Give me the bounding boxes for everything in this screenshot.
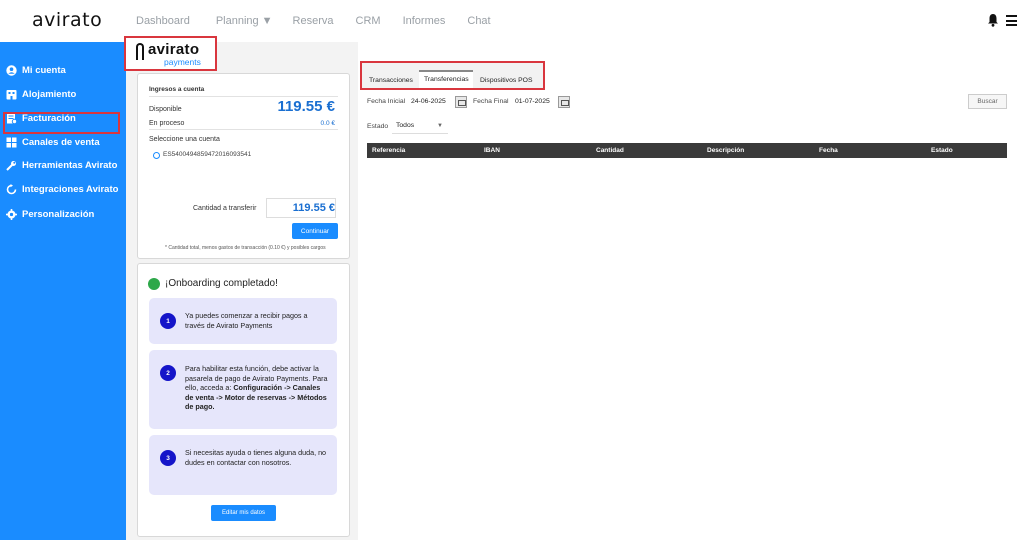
end-date-input[interactable]: 01-07-2025 — [515, 98, 550, 105]
sidebar-item-personalizacion[interactable]: Personalización — [6, 206, 94, 222]
sidebar-item-label: Integraciones Avirato — [22, 183, 119, 195]
bell-icon[interactable] — [987, 13, 999, 27]
state-select[interactable]: Todos ▼ — [392, 118, 448, 134]
col-fecha: Fecha — [819, 147, 838, 154]
wrench-icon — [6, 160, 17, 171]
payments-logo-sub: payments — [164, 57, 201, 67]
onboarding-step-1: 1 Ya puedes comenzar a recibir pagos a t… — [149, 298, 337, 344]
account-card-title: Ingresos a cuenta — [149, 86, 205, 93]
start-date-input[interactable]: 24-06-2025 — [411, 98, 446, 105]
account-iban[interactable]: ES5400494859472016093541 — [163, 151, 251, 158]
col-estado: Estado — [931, 147, 953, 154]
building-icon — [6, 89, 17, 100]
col-referencia: Referencia — [372, 147, 406, 154]
main-nav: Dashboard Planning ▼ Reserva CRM Informes… — [136, 15, 491, 27]
gear-icon — [6, 208, 17, 220]
payments-logo-brand: avirato — [148, 41, 200, 58]
step-number: 3 — [160, 450, 176, 466]
onboarding-card: ¡Onboarding completado! 1 Ya puedes come… — [137, 263, 350, 537]
search-button[interactable]: Buscar — [968, 94, 1007, 109]
main-content — [358, 42, 1024, 540]
start-date-label: Fecha Inicial — [367, 98, 406, 105]
nav-dashboard[interactable]: Dashboard — [136, 15, 190, 27]
step-text: Ya puedes comenzar a recibir pagos a tra… — [185, 311, 308, 330]
step-number: 1 — [160, 313, 176, 329]
sidebar-item-alojamiento[interactable]: Alojamiento — [6, 86, 76, 102]
state-select-value: Todos — [396, 122, 415, 129]
onboarding-step-3: 3 Si necesitas ayuda o tienes alguna dud… — [149, 435, 337, 495]
hamburger-menu-icon[interactable] — [1006, 15, 1017, 29]
col-cantidad: Cantidad — [596, 147, 624, 154]
continue-button[interactable]: Continuar — [292, 223, 338, 239]
nav-planning[interactable]: Planning ▼ — [216, 15, 273, 27]
user-icon — [6, 64, 17, 76]
step-text: Si necesitas ayuda o tienes alguna duda,… — [185, 448, 327, 467]
processing-label: En proceso — [149, 120, 185, 127]
sidebar-item-canales-de-venta[interactable]: Canales de venta — [6, 134, 100, 150]
available-label: Disponible — [149, 106, 182, 113]
avirato-payments-logo: avirato payments — [124, 36, 217, 71]
nav-chat[interactable]: Chat — [467, 15, 490, 27]
sidebar-item-label: Canales de venta — [22, 136, 100, 148]
sidebar-item-label: Herramientas Avirato — [22, 159, 118, 171]
sidebar-item-herramientas-avirato[interactable]: Herramientas Avirato — [6, 157, 117, 173]
edit-my-data-button[interactable]: Editar mis datos — [211, 505, 276, 521]
calendar-icon[interactable] — [558, 96, 570, 108]
sidebar-item-mi-cuenta[interactable]: Mi cuenta — [6, 62, 66, 78]
step-number: 2 — [160, 365, 176, 381]
col-descripcion: Descripción — [707, 147, 745, 154]
nav-reserva[interactable]: Reserva — [293, 15, 334, 27]
grid-icon — [6, 137, 17, 148]
chevron-down-icon: ▼ — [261, 15, 273, 27]
payments-mark-icon — [136, 43, 144, 60]
sidebar-item-label: Personalización — [22, 208, 95, 220]
state-label: Estado — [367, 123, 389, 130]
nav-crm[interactable]: CRM — [356, 15, 381, 27]
highlight-box — [3, 112, 120, 134]
step-text: Para habilitar esta función, debe activa… — [185, 364, 329, 412]
sidebar-item-label: Mi cuenta — [22, 64, 66, 76]
divider — [149, 129, 338, 130]
transfer-amount-value: 119.55 € — [292, 202, 335, 214]
account-radio[interactable] — [153, 152, 160, 159]
check-status-icon — [148, 278, 160, 290]
footnote: * Cantidad total, menos gastos de transa… — [165, 245, 326, 251]
chevron-down-icon: ▼ — [437, 123, 443, 129]
nav-informes[interactable]: Informes — [403, 15, 446, 27]
select-account-label: Seleccione una cuenta — [149, 136, 220, 143]
end-date-label: Fecha Final — [473, 98, 509, 105]
sidebar-item-integraciones-avirato[interactable]: Integraciones Avirato — [6, 181, 118, 197]
onboarding-title: ¡Onboarding completado! — [165, 278, 278, 289]
calendar-icon[interactable] — [455, 96, 467, 108]
table-header: Referencia IBAN Cantidad Descripción Fec… — [367, 143, 1007, 158]
tab-dispositivos-pos[interactable]: Dispositivos POS — [480, 77, 533, 84]
nav-planning-label: Planning — [215, 15, 259, 27]
sidebar-item-label: Alojamiento — [22, 88, 77, 100]
divider — [149, 96, 338, 97]
transfer-amount-label: Cantidad a transferir — [193, 205, 257, 212]
avirato-logo[interactable]: avirato — [32, 9, 102, 31]
available-amount: 119.55 € — [277, 98, 335, 115]
onboarding-step-2: 2 Para habilitar esta función, debe acti… — [149, 350, 337, 429]
processing-amount: 0.0 € — [320, 120, 335, 127]
sync-icon — [6, 183, 17, 195]
tab-transferencias[interactable]: Transferencias — [424, 76, 469, 83]
tab-transacciones[interactable]: Transacciones — [369, 77, 413, 84]
account-transfer-card: Ingresos a cuenta Disponible 119.55 € En… — [137, 73, 350, 259]
tabs-bar: Transacciones Transferencias Dispositivo… — [360, 61, 545, 90]
col-iban: IBAN — [484, 147, 500, 154]
